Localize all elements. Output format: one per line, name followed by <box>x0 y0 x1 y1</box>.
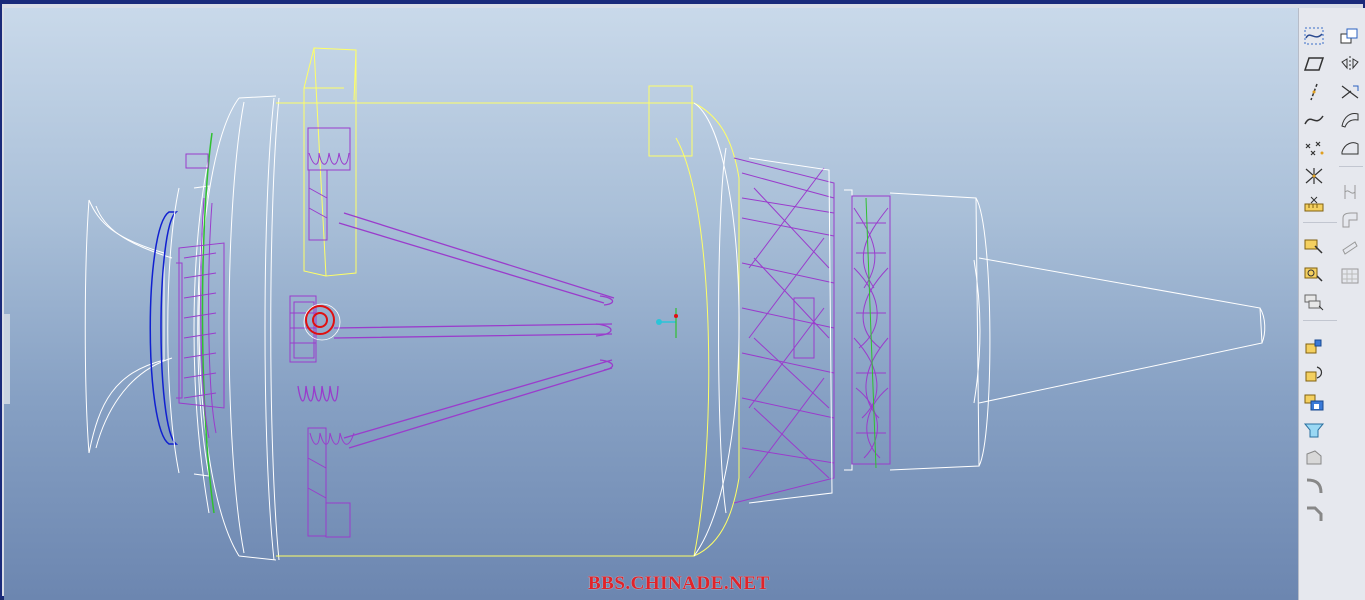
graphics-viewport[interactable]: BBS.CHINADE.NET <box>4 8 1298 600</box>
app-window: BBS.CHINADE.NET <box>0 0 1365 600</box>
surface-icon[interactable] <box>1337 108 1363 132</box>
intake-bellmouth <box>84 199 173 454</box>
fitting-block <box>185 153 209 169</box>
left-edge-handle[interactable] <box>4 314 10 404</box>
casing-end <box>693 102 740 557</box>
datum-point-icon[interactable] <box>1301 136 1327 160</box>
thicken-icon[interactable] <box>1337 236 1363 260</box>
origin-marker <box>656 308 678 338</box>
mirror-icon[interactable] <box>1337 52 1363 76</box>
hole-icon[interactable] <box>1301 446 1327 470</box>
plane-parallelogram-icon[interactable] <box>1301 52 1327 76</box>
blend-icon[interactable] <box>1301 418 1327 442</box>
extrude-icon[interactable] <box>1301 334 1327 358</box>
coordinate-system-icon[interactable] <box>1301 164 1327 188</box>
merge-icon[interactable] <box>1337 80 1363 104</box>
toolbar-separator <box>1303 320 1337 321</box>
fuel-injectors <box>333 212 615 449</box>
igniter-ring-inner <box>312 312 328 328</box>
watermark: BBS.CHINADE.NET <box>588 573 770 594</box>
front-casing <box>167 95 280 561</box>
exhaust-cone <box>978 257 1266 404</box>
analysis-measure-icon[interactable] <box>1301 192 1327 216</box>
turbine-nozzle <box>733 157 835 504</box>
exhaust-nozzle <box>889 192 991 471</box>
datum-axis-icon[interactable] <box>1301 80 1327 104</box>
round-icon[interactable] <box>1301 474 1327 498</box>
datum-curve-icon[interactable] <box>1301 108 1327 132</box>
spring-coil <box>297 385 339 402</box>
datum-plane-icon[interactable] <box>1301 24 1327 48</box>
main-casing <box>276 47 740 557</box>
lower-igniter <box>307 427 355 538</box>
copy-icon[interactable] <box>1337 24 1363 48</box>
pattern-icon[interactable] <box>1337 264 1363 288</box>
toolbar-separator <box>1339 166 1363 167</box>
feature-toolbar <box>1298 8 1365 600</box>
sketch-settings-icon[interactable] <box>1301 262 1327 286</box>
trim-icon[interactable] <box>1337 180 1363 204</box>
toolbar-separator <box>1303 222 1337 223</box>
boundary-blend-icon[interactable] <box>1337 136 1363 160</box>
offset-icon[interactable] <box>1337 208 1363 232</box>
sketch-icon[interactable] <box>1301 234 1327 258</box>
revolve-icon[interactable] <box>1301 362 1327 386</box>
igniter-ring-outer <box>305 305 335 335</box>
wireframe-model[interactable] <box>4 8 1298 600</box>
upper-igniter <box>307 127 351 241</box>
sweep-icon[interactable] <box>1301 390 1327 414</box>
center-igniter <box>289 295 317 363</box>
chamfer-icon[interactable] <box>1301 502 1327 526</box>
layer-icon[interactable] <box>1301 290 1327 314</box>
intake-ring <box>149 211 179 445</box>
